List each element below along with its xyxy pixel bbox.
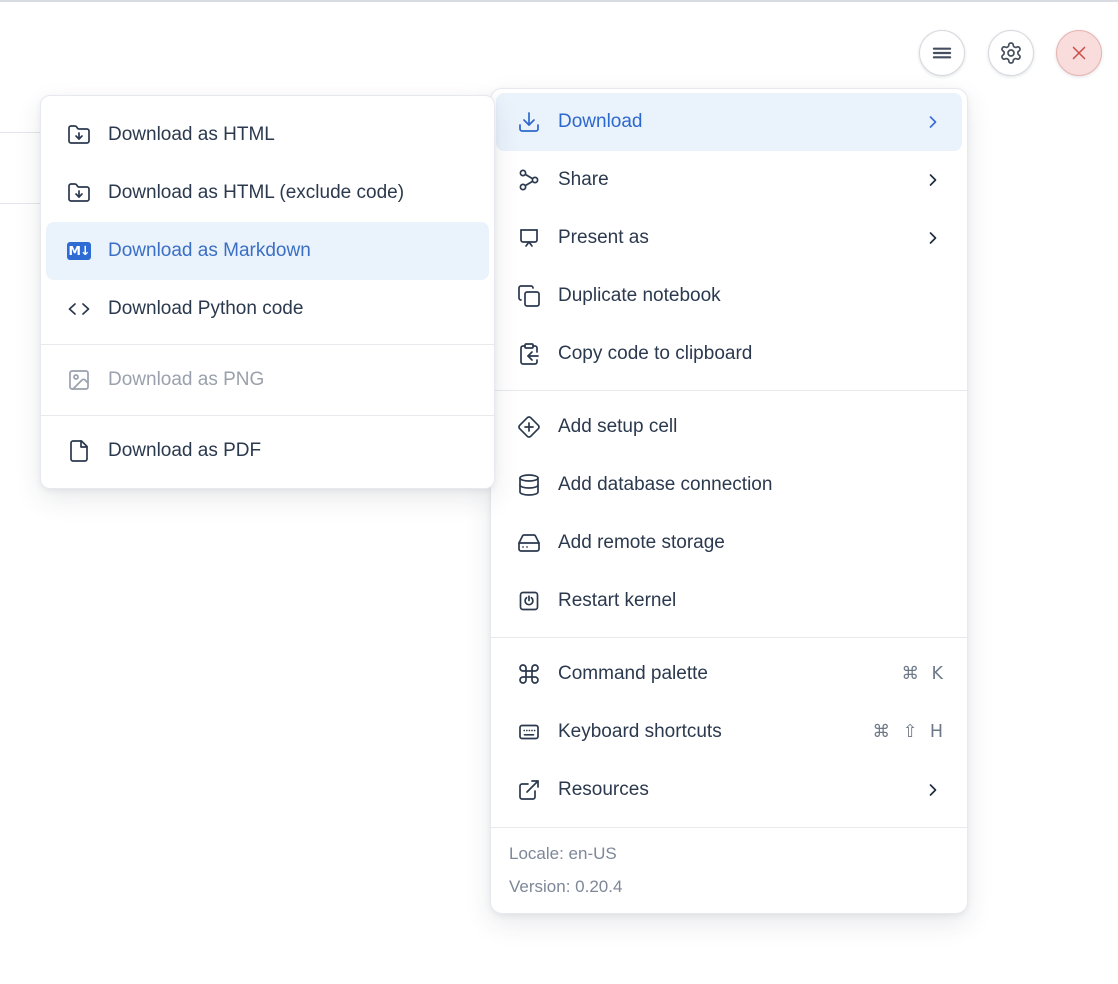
chevron-right-icon bbox=[923, 170, 943, 190]
menu-item-download-python-code[interactable]: Download Python code bbox=[46, 280, 489, 338]
chevron-right-icon bbox=[923, 780, 943, 800]
menu-item-download-markdown[interactable]: M↓ Download as Markdown bbox=[46, 222, 489, 280]
notebook-menu: Download Share Present as Duplicate note… bbox=[490, 88, 968, 914]
settings-button[interactable] bbox=[988, 30, 1034, 76]
markdown-icon: M↓ bbox=[67, 239, 91, 263]
command-icon bbox=[517, 662, 541, 686]
folder-down-icon bbox=[67, 181, 91, 205]
image-icon bbox=[67, 368, 91, 392]
database-icon bbox=[517, 473, 541, 497]
shutdown-button[interactable] bbox=[1056, 30, 1102, 76]
menu-item-download-png: Download as PNG bbox=[46, 351, 489, 409]
keyboard-icon bbox=[517, 720, 541, 744]
page-rule bbox=[0, 203, 40, 204]
menu-item-label: Keyboard shortcuts bbox=[558, 721, 856, 743]
menu-item-share[interactable]: Share bbox=[496, 151, 962, 209]
menu-item-label: Restart kernel bbox=[558, 590, 943, 612]
menu-separator bbox=[41, 344, 494, 345]
file-icon bbox=[67, 439, 91, 463]
menu-item-label: Add remote storage bbox=[558, 532, 943, 554]
menu-item-add-remote-storage[interactable]: Add remote storage bbox=[496, 514, 962, 572]
menu-item-duplicate-notebook[interactable]: Duplicate notebook bbox=[496, 267, 962, 325]
code-icon bbox=[67, 297, 91, 321]
menu-item-keyboard-shortcuts[interactable]: Keyboard shortcuts ⌘ ⇧ H bbox=[496, 703, 962, 761]
menu-separator bbox=[491, 390, 967, 391]
menu-item-label: Resources bbox=[558, 779, 906, 801]
menu-item-label: Add database connection bbox=[558, 474, 943, 496]
window-top-border bbox=[0, 0, 1118, 2]
menu-item-label: Share bbox=[558, 169, 906, 191]
menu-item-label: Download as HTML bbox=[108, 124, 470, 146]
copy-icon bbox=[517, 284, 541, 308]
menu-item-label: Download bbox=[558, 111, 906, 133]
menu-item-copy-code[interactable]: Copy code to clipboard bbox=[496, 325, 962, 383]
menu-item-command-palette[interactable]: Command palette ⌘ K bbox=[496, 645, 962, 703]
menu-item-download-html[interactable]: Download as HTML bbox=[46, 106, 489, 164]
menu-item-label: Download as Markdown bbox=[108, 240, 470, 262]
menu-item-label: Copy code to clipboard bbox=[558, 343, 943, 365]
menu-item-download-html-exclude-code[interactable]: Download as HTML (exclude code) bbox=[46, 164, 489, 222]
close-icon bbox=[1068, 42, 1090, 64]
menu-item-add-database-connection[interactable]: Add database connection bbox=[496, 456, 962, 514]
menu-item-label: Download Python code bbox=[108, 298, 470, 320]
menu-footer: Locale: en-US Version: 0.20.4 bbox=[491, 827, 967, 913]
hard-drive-icon bbox=[517, 531, 541, 555]
notebook-actions-button[interactable] bbox=[919, 30, 965, 76]
menu-item-add-setup-cell[interactable]: Add setup cell bbox=[496, 398, 962, 456]
folder-down-icon bbox=[67, 123, 91, 147]
menu-item-label: Download as PDF bbox=[108, 440, 470, 462]
diamond-plus-icon bbox=[517, 415, 541, 439]
menu-item-download-pdf[interactable]: Download as PDF bbox=[46, 422, 489, 480]
menu-item-resources[interactable]: Resources bbox=[496, 761, 962, 819]
version-text: Version: 0.20.4 bbox=[509, 870, 949, 903]
shortcut-hint: ⌘ K bbox=[901, 664, 943, 684]
hamburger-icon bbox=[929, 40, 955, 66]
presentation-icon bbox=[517, 226, 541, 250]
shortcut-hint: ⌘ ⇧ H bbox=[873, 722, 943, 742]
menu-item-download[interactable]: Download bbox=[496, 93, 962, 151]
menu-item-present-as[interactable]: Present as bbox=[496, 209, 962, 267]
page-rule bbox=[0, 132, 40, 133]
app-window: Download Share Present as Duplicate note… bbox=[0, 0, 1118, 984]
menu-item-label: Present as bbox=[558, 227, 906, 249]
download-icon bbox=[517, 110, 541, 134]
chevron-right-icon bbox=[923, 228, 943, 248]
menu-item-label: Download as HTML (exclude code) bbox=[108, 182, 470, 204]
locale-text: Locale: en-US bbox=[509, 837, 949, 870]
power-square-icon bbox=[517, 589, 541, 613]
menu-item-label: Add setup cell bbox=[558, 416, 943, 438]
download-submenu: Download as HTML Download as HTML (exclu… bbox=[40, 95, 495, 489]
menu-separator bbox=[41, 415, 494, 416]
menu-item-label: Download as PNG bbox=[108, 369, 470, 391]
clipboard-copy-icon bbox=[517, 342, 541, 366]
menu-item-label: Command palette bbox=[558, 663, 884, 685]
share-icon bbox=[517, 168, 541, 192]
menu-item-restart-kernel[interactable]: Restart kernel bbox=[496, 572, 962, 630]
external-link-icon bbox=[517, 778, 541, 802]
menu-separator bbox=[491, 637, 967, 638]
gear-icon bbox=[999, 41, 1023, 65]
chevron-right-icon bbox=[923, 112, 943, 132]
menu-item-label: Duplicate notebook bbox=[558, 285, 943, 307]
